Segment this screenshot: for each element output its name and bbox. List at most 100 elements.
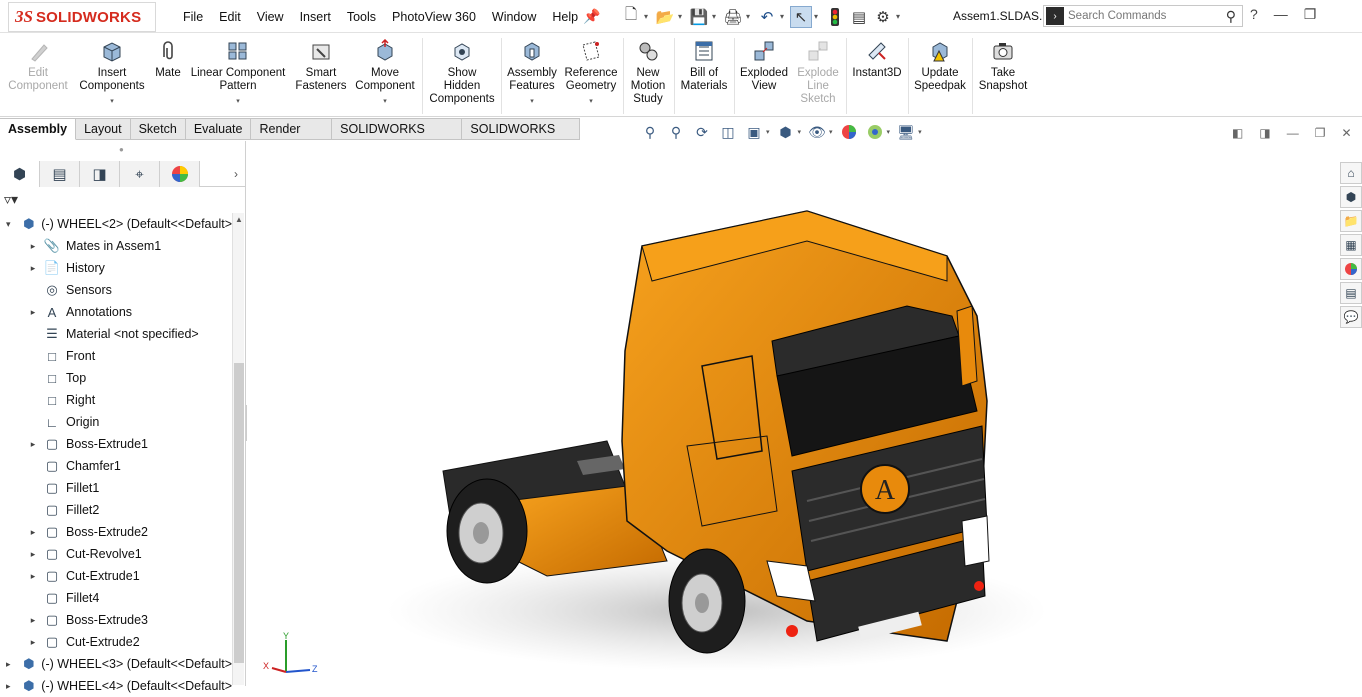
- menu-insert[interactable]: Insert: [292, 10, 339, 24]
- file-properties-icon[interactable]: ▤: [848, 6, 870, 28]
- tree-row[interactable]: ∟ Origin: [0, 411, 232, 433]
- hide-show-dropdown-icon[interactable]: ▾: [829, 128, 833, 136]
- doc-minimize-icon[interactable]: —: [1287, 126, 1299, 140]
- edit-component-button[interactable]: Edit Component: [8, 38, 68, 93]
- print-icon[interactable]: 🖨: [722, 6, 744, 28]
- help-icon[interactable]: ?: [1250, 6, 1258, 23]
- tree-row[interactable]: ▸ 📄 History: [0, 257, 232, 279]
- tree-expand-toggle-icon[interactable]: ▸: [28, 241, 38, 252]
- design-library-icon[interactable]: ⬢: [1340, 186, 1362, 208]
- move-component-dropdown-icon[interactable]: ▾: [383, 95, 387, 108]
- tree-filter-icon[interactable]: ▿▾: [4, 191, 18, 208]
- view-orientation-dropdown-icon[interactable]: ▾: [766, 128, 770, 136]
- tab-layout[interactable]: Layout: [76, 118, 131, 140]
- new-dropdown-icon[interactable]: ▾: [644, 12, 652, 21]
- tree-row[interactable]: ☰ Material <not specified>: [0, 323, 232, 345]
- tab-solidworks-add-ins[interactable]: SOLIDWORKS Add-Ins: [332, 118, 463, 157]
- tab-sketch[interactable]: Sketch: [130, 118, 186, 140]
- menu-file[interactable]: File: [175, 10, 211, 24]
- options-dropdown-icon[interactable]: ▾: [896, 12, 904, 21]
- tree-row[interactable]: ▸ 📎 Mates in Assem1: [0, 235, 232, 257]
- tree-row[interactable]: ▸ ⬢ (-) WHEEL<4> (Default<<Default>: [0, 675, 232, 697]
- edit-appearance-icon[interactable]: [839, 122, 859, 142]
- tree-row[interactable]: ▢ Fillet1: [0, 477, 232, 499]
- tree-row[interactable]: ▸ ▢ Boss-Extrude3: [0, 609, 232, 631]
- feature-manager-tab-icon[interactable]: ⬢: [0, 161, 40, 187]
- search-commands-box[interactable]: › Search Commands ⚲: [1043, 5, 1243, 27]
- custom-properties-icon[interactable]: ▤: [1340, 282, 1362, 304]
- scroll-up-icon[interactable]: ▲: [235, 215, 243, 224]
- tree-scrollbar[interactable]: ▲: [232, 213, 244, 685]
- open-dropdown-icon[interactable]: ▾: [678, 12, 686, 21]
- tree-expand-toggle-icon[interactable]: ▸: [28, 439, 38, 450]
- tile-left-icon[interactable]: ◧: [1232, 126, 1243, 140]
- graphics-area[interactable]: A: [247, 141, 1340, 686]
- display-style-dropdown-icon[interactable]: ▾: [798, 128, 802, 136]
- search-mode-icon[interactable]: ›: [1046, 7, 1064, 25]
- tree-row[interactable]: ▸ ⬢ (-) WHEEL<3> (Default<<Default>: [0, 653, 232, 675]
- tree-row[interactable]: □ Front: [0, 345, 232, 367]
- view-settings-dropdown-icon[interactable]: ▾: [918, 128, 922, 136]
- home-icon[interactable]: ⌂: [1340, 162, 1362, 184]
- hide-show-items-icon[interactable]: 👁: [807, 122, 827, 142]
- zoom-to-area-icon[interactable]: ⚲: [666, 122, 686, 142]
- tree-expand-toggle-icon[interactable]: ▸: [28, 527, 38, 538]
- scrollbar-thumb[interactable]: [234, 363, 244, 663]
- solidworks-logo[interactable]: 3S SOLIDWORKS: [8, 2, 156, 32]
- view-palette-icon[interactable]: ▦: [1340, 234, 1362, 256]
- search-input[interactable]: Search Commands: [1068, 10, 1226, 22]
- reference-geometry-dropdown-icon[interactable]: ▾: [589, 95, 593, 108]
- configuration-manager-tab-icon[interactable]: ◨: [80, 161, 120, 187]
- apply-scene-icon[interactable]: [865, 122, 885, 142]
- insert-components-button[interactable]: Insert Components ▾: [78, 38, 146, 108]
- tree-row[interactable]: ▢ Chamfer1: [0, 455, 232, 477]
- bill-of-materials-button[interactable]: Bill of Materials: [677, 38, 731, 93]
- tree-row[interactable]: ▢ Fillet2: [0, 499, 232, 521]
- property-manager-tab-icon[interactable]: ▤: [40, 161, 80, 187]
- appearances-icon[interactable]: [1340, 258, 1362, 280]
- menu-help[interactable]: Help: [544, 10, 586, 24]
- tree-expand-toggle-icon[interactable]: ▸: [28, 571, 38, 582]
- traffic-light-icon[interactable]: [824, 6, 846, 28]
- display-manager-tab-icon[interactable]: [160, 161, 200, 187]
- tree-row[interactable]: ◎ Sensors: [0, 279, 232, 301]
- tree-row[interactable]: ▸ ▢ Cut-Extrude1: [0, 565, 232, 587]
- tree-expand-toggle-icon[interactable]: ▸: [4, 659, 12, 670]
- forum-icon[interactable]: 💬: [1340, 306, 1362, 328]
- pin-icon[interactable]: 📌: [583, 8, 600, 25]
- new-motion-study-button[interactable]: New Motion Study: [626, 38, 670, 106]
- take-snapshot-button[interactable]: Take Snapshot: [975, 38, 1031, 93]
- exploded-view-button[interactable]: Exploded View: [737, 38, 791, 93]
- select-dropdown-icon[interactable]: ▾: [814, 12, 822, 21]
- tree-row[interactable]: ▢ Fillet4: [0, 587, 232, 609]
- tree-row[interactable]: ▾ ⬢ (-) WHEEL<2> (Default<<Default>: [0, 213, 232, 235]
- tree-expand-toggle-icon[interactable]: ▸: [4, 681, 12, 692]
- dimxpert-manager-tab-icon[interactable]: ⌖: [120, 161, 160, 187]
- apply-scene-dropdown-icon[interactable]: ▾: [887, 128, 891, 136]
- search-icon[interactable]: ⚲: [1226, 8, 1236, 25]
- smart-fasteners-button[interactable]: Smart Fasteners: [292, 38, 350, 93]
- tree-expand-toggle-icon[interactable]: ▸: [28, 307, 38, 318]
- show-hidden-components-button[interactable]: Show Hidden Components: [427, 38, 497, 106]
- tree-row[interactable]: ▸ ▢ Cut-Extrude2: [0, 631, 232, 653]
- tree-row[interactable]: ▸ ▢ Boss-Extrude1: [0, 433, 232, 455]
- move-component-button[interactable]: Move Component ▾: [352, 38, 418, 108]
- minimize-icon[interactable]: —: [1274, 6, 1288, 23]
- tree-expand-toggle-icon[interactable]: ▾: [4, 219, 12, 230]
- assembly-features-dropdown-icon[interactable]: ▾: [530, 95, 534, 108]
- tab-solidworks-mbd[interactable]: SOLIDWORKS MBD: [462, 118, 581, 157]
- menu-edit[interactable]: Edit: [211, 10, 249, 24]
- mate-button[interactable]: Mate: [151, 38, 185, 80]
- options-gear-icon[interactable]: ⚙: [872, 6, 894, 28]
- instant3d-button[interactable]: Instant3D: [849, 38, 905, 80]
- restore-icon[interactable]: ❐: [1304, 6, 1317, 23]
- truck-model[interactable]: A: [247, 141, 1340, 686]
- update-speedpak-button[interactable]: Update Speedpak: [911, 38, 969, 93]
- display-style-icon[interactable]: ⬢: [776, 122, 796, 142]
- tree-row[interactable]: ▸ A Annotations: [0, 301, 232, 323]
- new-document-icon[interactable]: 🗋: [620, 6, 642, 28]
- undo-dropdown-icon[interactable]: ▾: [780, 12, 788, 21]
- menu-view[interactable]: View: [249, 10, 292, 24]
- explode-line-sketch-button[interactable]: Explode Line Sketch: [794, 38, 842, 106]
- view-orientation-icon[interactable]: ▣: [744, 122, 764, 142]
